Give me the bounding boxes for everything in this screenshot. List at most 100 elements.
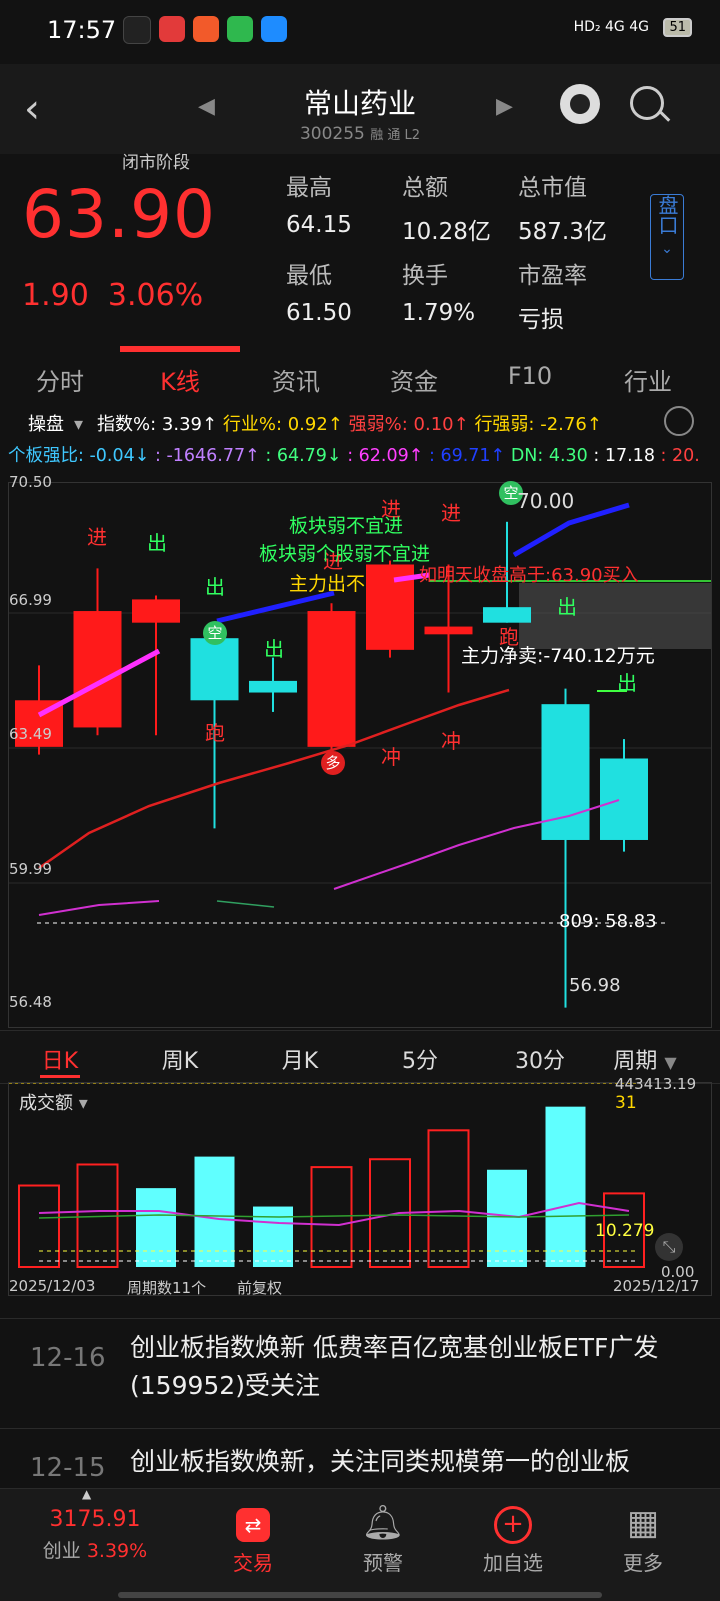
quote-panel: 闭市阶段 63.90 1.90 3.06% 最高 64.15 总额 10.28亿… — [0, 153, 720, 354]
chevron-down-icon[interactable]: ▾ — [74, 414, 83, 435]
nav-more[interactable]: ▦ 更多 — [578, 1499, 708, 1576]
news-title[interactable]: 创业板指数焕新 低费率百亿宽基创业板ETF广发(159952)受关注 — [130, 1329, 700, 1405]
tab-news[interactable]: 资讯 — [236, 362, 356, 397]
indicator-value-6: : 20. — [660, 446, 700, 466]
news-date: 12-16 — [30, 1343, 106, 1373]
tab-day-k[interactable]: 日K — [0, 1043, 120, 1075]
settings-icon[interactable] — [664, 406, 694, 436]
tab-fenshi[interactable]: 分时 — [0, 362, 120, 397]
volume-title[interactable]: 成交额 ▾ — [19, 1089, 88, 1115]
strength-pct: 强弱%: 0.10↑ — [348, 414, 469, 435]
stat-label-low: 最低 — [286, 263, 332, 289]
network-text: HD₂ 4G 4G — [573, 19, 649, 35]
tab-f10[interactable]: F10 — [470, 362, 590, 390]
volume-bar — [545, 1106, 586, 1267]
expand-icon[interactable]: ⤡ — [655, 1233, 683, 1261]
tab-funds[interactable]: 资金 — [354, 362, 474, 397]
stat-label-pe: 市盈率 — [518, 263, 587, 289]
weak-board-note: 板块弱不宜进 — [289, 515, 404, 537]
bell-icon: 🔔︎ — [361, 1503, 405, 1543]
candle-body — [424, 626, 473, 635]
search-app-icon — [261, 16, 287, 42]
search-icon[interactable] — [630, 86, 671, 122]
stat-label-marketcap: 总市值 — [518, 175, 587, 201]
tab-5min[interactable]: 5分 — [360, 1043, 480, 1075]
candle-body — [132, 599, 180, 623]
candle-body — [73, 611, 122, 728]
status-bar: 17:57 HD₂ 4G 4G 51 — [0, 0, 720, 64]
news-item[interactable]: 12-15 创业板指数焕新，关注同类规模第一的创业板 — [0, 1428, 720, 1489]
tab-period[interactable]: 周期 ▼ — [590, 1043, 700, 1075]
index-line: 创业 3.39% — [30, 1536, 160, 1563]
active-tab-indicator — [120, 346, 240, 352]
candle-body — [249, 680, 297, 693]
volume-bar — [487, 1169, 527, 1267]
active-period-indicator — [40, 1075, 80, 1078]
ma-magenta-line-left — [38, 900, 160, 916]
tab-kline[interactable]: K线 — [120, 362, 240, 397]
indicator-select[interactable]: 操盘 — [28, 414, 64, 435]
signal-duo-badge: 多 — [321, 751, 345, 775]
nav-alert-label: 预警 — [363, 1551, 403, 1575]
kline-chart[interactable]: 70.50 66.99 63.49 59.99 56.48 进 出 出 出 进 … — [8, 473, 712, 1028]
tab-week-k[interactable]: 周K — [120, 1043, 240, 1075]
level-809: 809: 58.83 — [559, 911, 657, 932]
index-pct: 指数%: 3.39↑ — [97, 414, 218, 435]
volume-right-label: 31 — [615, 1093, 637, 1113]
vol-ma-magenta — [38, 1201, 630, 1227]
next-stock-icon[interactable]: ▶ — [496, 94, 513, 119]
tab-month-k[interactable]: 月K — [240, 1043, 360, 1075]
pankou-button[interactable]: 盘口 ⌄ — [650, 194, 684, 280]
tab-30min[interactable]: 30分 — [480, 1043, 600, 1075]
change-percent: 3.06% — [107, 278, 204, 313]
index-ticker[interactable]: 3175.91 创业 3.39% — [30, 1507, 160, 1563]
stat-value-turnover: 1.79% — [402, 300, 476, 326]
volume-bar — [18, 1184, 60, 1268]
tiktok-icon — [123, 16, 151, 44]
y-label-2: 66.99 — [9, 591, 52, 609]
indicator-value-1: : -1646.77↑ — [154, 446, 260, 466]
tab-industry[interactable]: 行业 — [588, 362, 708, 397]
volume-svg[interactable] — [9, 1083, 711, 1295]
volume-bar — [427, 1129, 470, 1268]
stat-value-low: 61.50 — [286, 300, 352, 326]
volume-ma-label: 10.279 — [595, 1221, 655, 1241]
tab-period-label: 周期 — [613, 1049, 658, 1074]
bottom-nav: ▲ 3175.91 创业 3.39% ⇄ 交易 🔔︎ 预警 + 加自选 ▦ 更多 — [0, 1487, 720, 1601]
candle-body — [307, 611, 356, 747]
pankou-label: 盘口 — [655, 195, 679, 235]
index-value: 3175.91 — [49, 1507, 141, 1532]
stat-label-turnover: 换手 — [402, 263, 448, 289]
nav-trade-label: 交易 — [233, 1551, 273, 1575]
nav-alert[interactable]: 🔔︎ 预警 — [318, 1499, 448, 1576]
grid-icon: ▦ — [626, 1503, 660, 1543]
y-label-top: 70.50 — [9, 473, 52, 491]
volume-chart[interactable]: 成交额 ▾ 443413.19 31 10.279 0.00 ⤡ 2025/12… — [8, 1075, 712, 1298]
trade-icon: ⇄ — [188, 1499, 318, 1547]
chevron-up-icon[interactable]: ▲ — [82, 1487, 91, 1501]
signal-chu: 出 — [205, 575, 225, 599]
indicator-row-2: 个板强比: -0.04↓ : -1646.77↑ : 64.79↓ : 62.0… — [8, 442, 700, 467]
y-label-4: 59.99 — [9, 860, 52, 878]
indicator-value-5: : 17.18 — [593, 446, 655, 466]
indicator-dn: DN: 4.30 — [510, 446, 588, 466]
title-bar: ‹ ◀ 常山药业 300255 融 通 L2 ▶ — [0, 64, 720, 154]
market-phase: 闭市阶段 — [122, 153, 190, 173]
nav-add-watchlist[interactable]: + 加自选 — [448, 1499, 578, 1576]
nav-more-label: 更多 — [623, 1551, 663, 1575]
adjust-mode[interactable]: 前复权 — [237, 1277, 282, 1298]
nav-trade[interactable]: ⇄ 交易 — [188, 1499, 318, 1576]
nav-add-label: 加自选 — [483, 1551, 543, 1575]
news-title[interactable]: 创业板指数焕新，关注同类规模第一的创业板 — [130, 1443, 700, 1481]
volume-max-label: 443413.19 — [615, 1075, 697, 1093]
period-count: 周期数11个 — [127, 1279, 207, 1297]
net-sell-note: 主力净卖:-740.12万元 — [461, 645, 655, 667]
robot-assistant-icon[interactable] — [560, 84, 600, 124]
message-app-icon — [227, 16, 253, 42]
industry-strength: 行强弱: -2.76↑ — [474, 414, 602, 435]
news-item[interactable]: 12-16 创业板指数焕新 低费率百亿宽基创业板ETF广发(159952)受关注 — [0, 1318, 720, 1429]
stat-label-high: 最高 — [286, 175, 332, 201]
industry-pct: 行业%: 0.92↑ — [222, 414, 343, 435]
network-indicators: HD₂ 4G 4G 51 — [574, 18, 692, 37]
signal-chu: 出 — [557, 595, 577, 619]
